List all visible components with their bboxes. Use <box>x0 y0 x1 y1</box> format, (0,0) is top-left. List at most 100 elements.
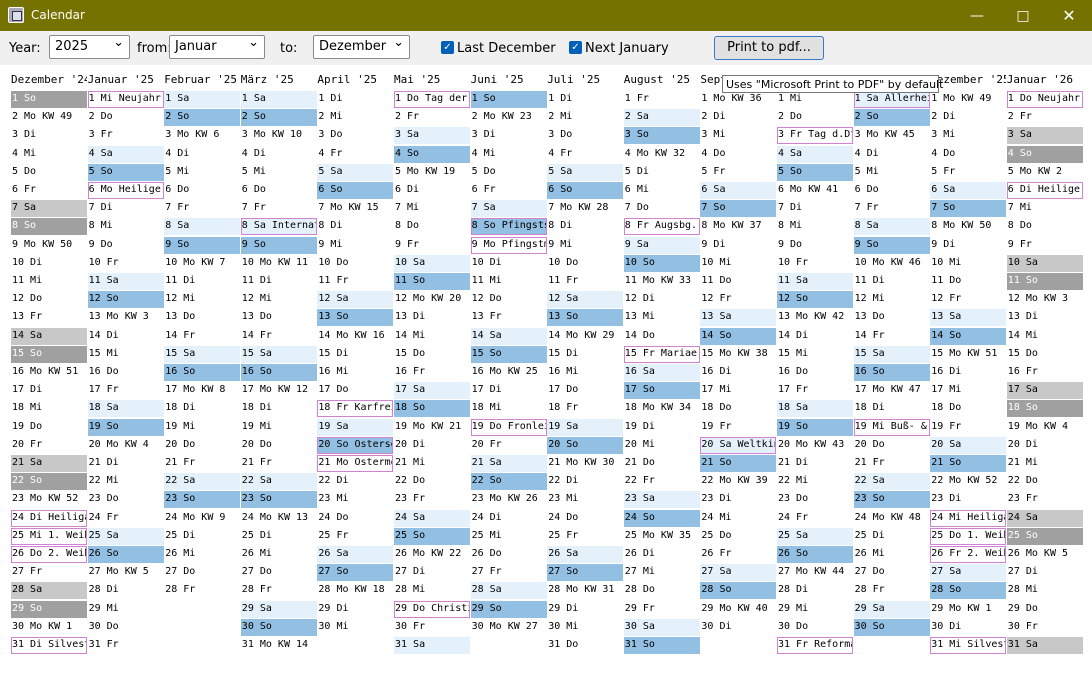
day-cell[interactable]: 23 Mi <box>317 491 393 508</box>
day-cell[interactable]: 1 Mo KW 36 <box>700 91 776 108</box>
day-cell[interactable]: 5 Mo KW 2 <box>1007 164 1083 181</box>
day-cell[interactable]: 27 Fr <box>471 564 547 581</box>
day-cell[interactable]: 16 Do <box>777 364 853 381</box>
day-cell[interactable]: 11 Di <box>241 273 317 290</box>
day-cell[interactable]: 30 Mo KW 1 <box>11 619 87 636</box>
day-cell[interactable]: 29 Mi <box>88 601 164 618</box>
day-cell[interactable]: 1 Sa <box>240 91 317 108</box>
day-cell[interactable]: 16 Di <box>930 364 1006 381</box>
day-cell[interactable]: 3 Mo KW 45 <box>854 127 930 144</box>
day-cell[interactable]: 8 Mo KW 50 <box>930 218 1006 235</box>
day-cell[interactable]: 22 Di <box>317 473 393 490</box>
day-cell[interactable]: 10 Do <box>547 255 623 272</box>
day-cell[interactable]: 19 Di <box>624 419 700 436</box>
day-cell[interactable]: 15 Sa <box>240 345 317 363</box>
day-cell[interactable]: 6 So <box>547 182 624 199</box>
day-cell[interactable]: 7 Mo KW 15 <box>317 200 393 217</box>
day-cell[interactable]: 10 Di <box>471 255 547 272</box>
day-cell[interactable]: 4 Fr <box>547 146 623 163</box>
day-cell[interactable]: 4 So <box>1006 145 1083 163</box>
day-cell[interactable]: 24 Do <box>317 510 393 527</box>
day-cell[interactable]: 18 Mi <box>471 400 547 417</box>
day-cell[interactable]: 31 Sa <box>394 637 470 654</box>
day-cell[interactable]: 23 So <box>853 491 930 509</box>
day-cell[interactable]: 10 Mo KW 46 <box>854 255 930 272</box>
day-cell[interactable]: 22 Sa <box>853 473 930 491</box>
day-cell[interactable]: 25 Mo KW 35 <box>624 528 700 545</box>
next-january-checkbox[interactable]: ✓ <box>569 41 582 54</box>
day-cell[interactable]: 7 Sa <box>470 200 547 218</box>
day-cell[interactable]: 21 Mo Ostermontag <box>317 455 394 472</box>
day-cell[interactable]: 22 Mi <box>88 473 164 490</box>
day-cell[interactable]: 17 Mo KW 8 <box>164 382 240 399</box>
day-cell[interactable]: 15 Mi <box>88 346 164 363</box>
day-cell[interactable]: 11 Fr <box>547 273 623 290</box>
day-cell[interactable]: 3 Sa <box>1006 127 1083 145</box>
day-cell[interactable]: 2 So <box>853 109 930 127</box>
day-cell[interactable]: 12 Fr <box>930 291 1006 308</box>
day-cell[interactable]: 19 Mo KW 4 <box>1007 419 1083 436</box>
day-cell[interactable]: 3 Mi <box>930 127 1006 144</box>
day-cell[interactable]: 11 Do <box>930 273 1006 290</box>
day-cell[interactable]: 5 Sa <box>317 163 394 181</box>
day-cell[interactable]: 27 Do <box>854 564 930 581</box>
day-cell[interactable]: 19 Do <box>11 419 87 436</box>
day-cell[interactable]: 5 So <box>777 163 853 181</box>
day-cell[interactable]: 19 So <box>777 418 853 436</box>
day-cell[interactable]: 19 So <box>87 418 164 436</box>
day-cell[interactable]: 26 Mi <box>241 546 317 563</box>
day-cell[interactable]: 6 Fr <box>11 182 87 199</box>
day-cell[interactable]: 28 Mo KW 18 <box>317 582 393 599</box>
day-cell[interactable]: 26 Mo KW 5 <box>1007 546 1083 563</box>
day-cell[interactable]: 8 So <box>11 218 87 236</box>
day-cell[interactable]: 6 Do <box>164 182 240 199</box>
day-cell[interactable]: 26 Mi <box>854 546 930 563</box>
day-cell[interactable]: 8 Mo KW 37 <box>700 218 776 235</box>
day-cell[interactable]: 2 So <box>240 109 317 127</box>
day-cell[interactable]: 24 Mo KW 48 <box>854 510 930 527</box>
day-cell[interactable]: 10 Fr <box>777 255 853 272</box>
day-cell[interactable]: 14 So <box>930 327 1007 345</box>
day-cell[interactable]: 15 Do <box>394 346 470 363</box>
day-cell[interactable]: 12 Sa <box>547 291 624 309</box>
day-cell[interactable]: 27 Sa <box>930 564 1007 582</box>
day-cell[interactable]: 8 Do <box>1007 218 1083 235</box>
day-cell[interactable]: 29 Di <box>547 601 623 618</box>
day-cell[interactable]: 18 So <box>394 400 470 418</box>
day-cell[interactable]: 20 So <box>547 436 624 454</box>
day-cell[interactable]: 16 Mi <box>317 364 393 381</box>
day-cell[interactable]: 17 Mo KW 12 <box>241 382 317 399</box>
day-cell[interactable]: 24 Mo KW 13 <box>241 510 317 527</box>
day-cell[interactable]: 2 Mi <box>317 109 393 126</box>
day-cell[interactable]: 2 Fr <box>394 109 470 126</box>
day-cell[interactable]: 17 Sa <box>394 382 470 400</box>
day-cell[interactable]: 13 Sa <box>930 309 1007 327</box>
day-cell[interactable]: 27 Di <box>1007 564 1083 581</box>
day-cell[interactable]: 14 So <box>700 327 777 345</box>
day-cell[interactable]: 27 Fr <box>11 564 87 581</box>
day-cell[interactable]: 20 Sa <box>930 436 1007 454</box>
day-cell[interactable]: 28 Mo KW 31 <box>547 582 623 599</box>
day-cell[interactable]: 10 Do <box>317 255 393 272</box>
day-cell[interactable]: 8 Sa <box>853 218 930 236</box>
day-cell[interactable]: 17 Mi <box>930 382 1006 399</box>
day-cell[interactable]: 14 Sa <box>11 327 87 345</box>
day-cell[interactable]: 8 Sa Internationaler Frauentag <box>240 218 317 236</box>
day-cell[interactable]: 20 Fr <box>471 437 547 454</box>
day-cell[interactable]: 29 Mi <box>777 601 853 618</box>
day-cell[interactable]: 26 Sa <box>547 546 624 563</box>
day-cell[interactable]: 18 Do <box>930 400 1006 417</box>
day-cell[interactable]: 18 Di <box>164 400 240 417</box>
day-cell[interactable]: 4 Sa <box>87 145 164 163</box>
next-january-label[interactable]: Next January <box>585 41 669 56</box>
day-cell[interactable]: 15 Mi <box>777 346 853 363</box>
last-december-label[interactable]: Last December <box>457 41 556 56</box>
day-cell[interactable]: 12 Mi <box>854 291 930 308</box>
day-cell[interactable]: 22 Mi <box>777 473 853 490</box>
day-cell[interactable]: 8 Sa <box>164 218 241 236</box>
day-cell[interactable]: 20 Sa Weltkindertag <box>700 436 777 454</box>
day-cell[interactable]: 31 Sa <box>1006 637 1083 654</box>
day-cell[interactable]: 12 So <box>777 291 853 309</box>
day-cell[interactable]: 7 Do <box>624 200 700 217</box>
day-cell[interactable]: 28 So <box>700 582 777 600</box>
